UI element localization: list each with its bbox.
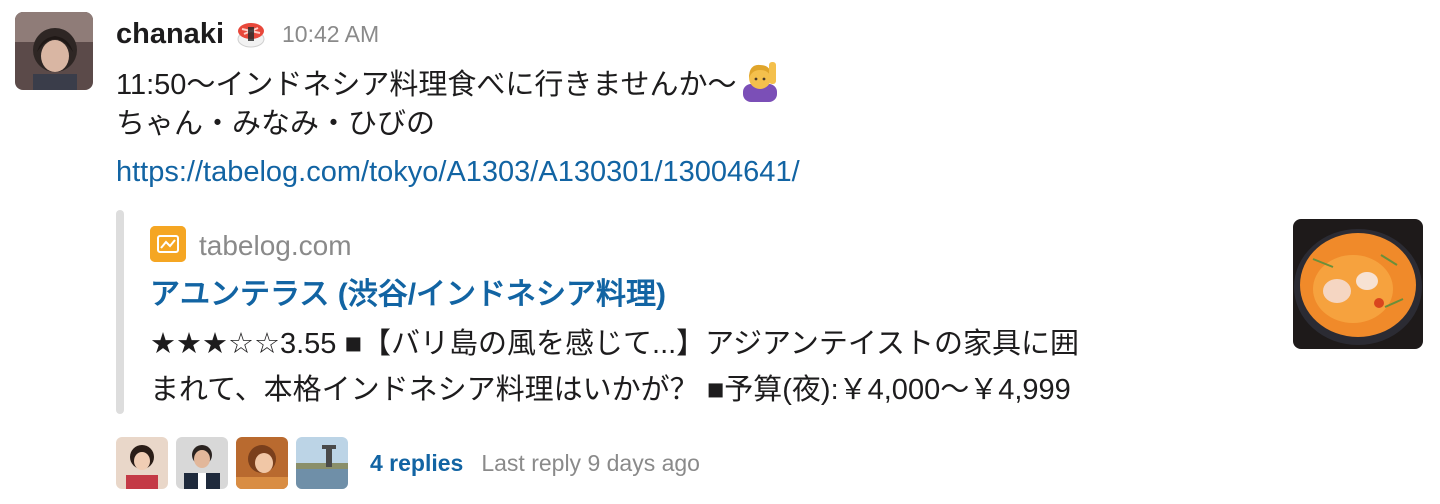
unfurl-left-bar — [116, 210, 124, 414]
reply-avatar-3[interactable] — [236, 437, 288, 489]
message-timestamp[interactable]: 10:42 AM — [282, 21, 379, 48]
message-text-line-1: 11:50〜インドネシア料理食べに行きませんか〜 — [116, 60, 781, 103]
tabelog-icon — [150, 226, 186, 262]
thread-replies-bar[interactable]: 4 replies Last reply 9 days ago — [116, 436, 700, 490]
reply-avatar-2[interactable] — [176, 437, 228, 489]
reply-count-link[interactable]: 4 replies — [370, 450, 463, 477]
person-raising-hand-emoji-icon — [739, 60, 781, 102]
unfurl-service-name: tabelog.com — [199, 230, 352, 261]
curry-dish-thumbnail[interactable] — [1293, 219, 1423, 349]
message-header: chanaki 10:42 AM — [116, 12, 379, 56]
last-reply-time: Last reply 9 days ago — [481, 449, 700, 476]
author-avatar[interactable] — [15, 12, 93, 90]
author-name[interactable]: chanaki — [116, 18, 224, 51]
message-text-line-2: ちゃん・みなみ・ひびの — [116, 108, 436, 140]
sushi-emoji-icon — [234, 17, 268, 51]
reply-avatar-1[interactable] — [116, 437, 168, 489]
reply-avatar-4[interactable] — [296, 437, 348, 489]
message-url-link[interactable]: https://tabelog.com/tokyo/A1303/A130301/… — [116, 154, 800, 190]
unfurl-description-line-1: ★★★☆☆3.55 ■【バリ島の風を感じて...】アジアンテイストの家具に囲 — [150, 328, 1079, 360]
unfurl-title-link[interactable]: アユンテラス (渋谷/インドネシア料理) — [150, 276, 666, 314]
message-line-1-text: 11:50〜インドネシア料理食べに行きませんか〜 — [116, 69, 737, 101]
unfurl-description-line-2: まれて、本格インドネシア料理はいかが？ ■予算(夜):￥4,000〜￥4,999 — [150, 374, 1071, 406]
